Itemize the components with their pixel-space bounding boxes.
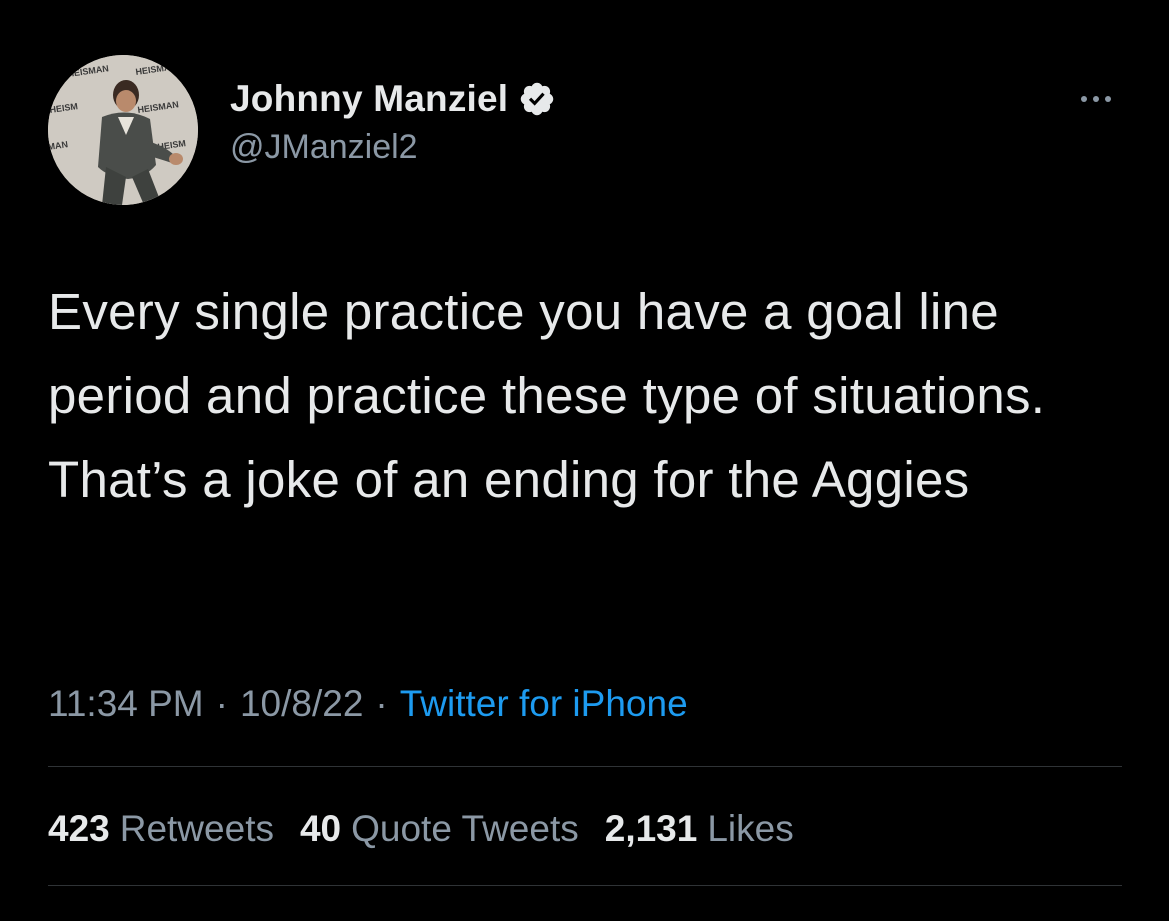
retweets-stat[interactable]: 423 Retweets [48, 808, 274, 850]
divider [48, 885, 1122, 886]
meta-separator: · [375, 683, 388, 724]
tweet-stats: 423 Retweets 40 Quote Tweets 2,131 Likes [48, 802, 820, 856]
divider [48, 766, 1122, 767]
avatar-photo-icon: HEISMAN HEISMAN HEISM HEISMAN MAN HEISM [48, 55, 198, 205]
more-dot [1093, 96, 1099, 102]
more-dot [1081, 96, 1087, 102]
quote-tweets-label: Quote Tweets [351, 808, 579, 849]
author-name-row[interactable]: Johnny Manziel [230, 74, 556, 124]
author-name[interactable]: Johnny Manziel [230, 78, 508, 120]
more-options-icon[interactable] [1068, 84, 1124, 114]
meta-separator: · [215, 683, 228, 724]
more-dot [1105, 96, 1111, 102]
tweet-source-link[interactable]: Twitter for iPhone [400, 683, 688, 725]
tweet-text: Every single practice you have a goal li… [48, 283, 1046, 508]
likes-count: 2,131 [604, 808, 698, 849]
tweet-date[interactable]: 10/8/22 [240, 683, 363, 725]
likes-label: Likes [707, 808, 794, 849]
likes-stat[interactable]: 2,131 Likes [605, 808, 794, 850]
quote-tweets-stat[interactable]: 40 Quote Tweets [300, 808, 579, 850]
author-handle[interactable]: @JManziel2 [230, 128, 418, 167]
verified-badge-icon [518, 80, 556, 118]
tweet-meta: 11:34 PM · 10/8/22 · Twitter for iPhone [48, 680, 688, 728]
retweets-label: Retweets [119, 808, 274, 849]
quote-tweets-count: 40 [299, 808, 342, 849]
author-avatar[interactable]: HEISMAN HEISMAN HEISM HEISMAN MAN HEISM [48, 55, 198, 205]
tweet-card: HEISMAN HEISMAN HEISM HEISMAN MAN HEISM … [0, 0, 1169, 921]
retweets-count: 423 [48, 808, 110, 849]
tweet-time[interactable]: 11:34 PM [48, 683, 204, 725]
